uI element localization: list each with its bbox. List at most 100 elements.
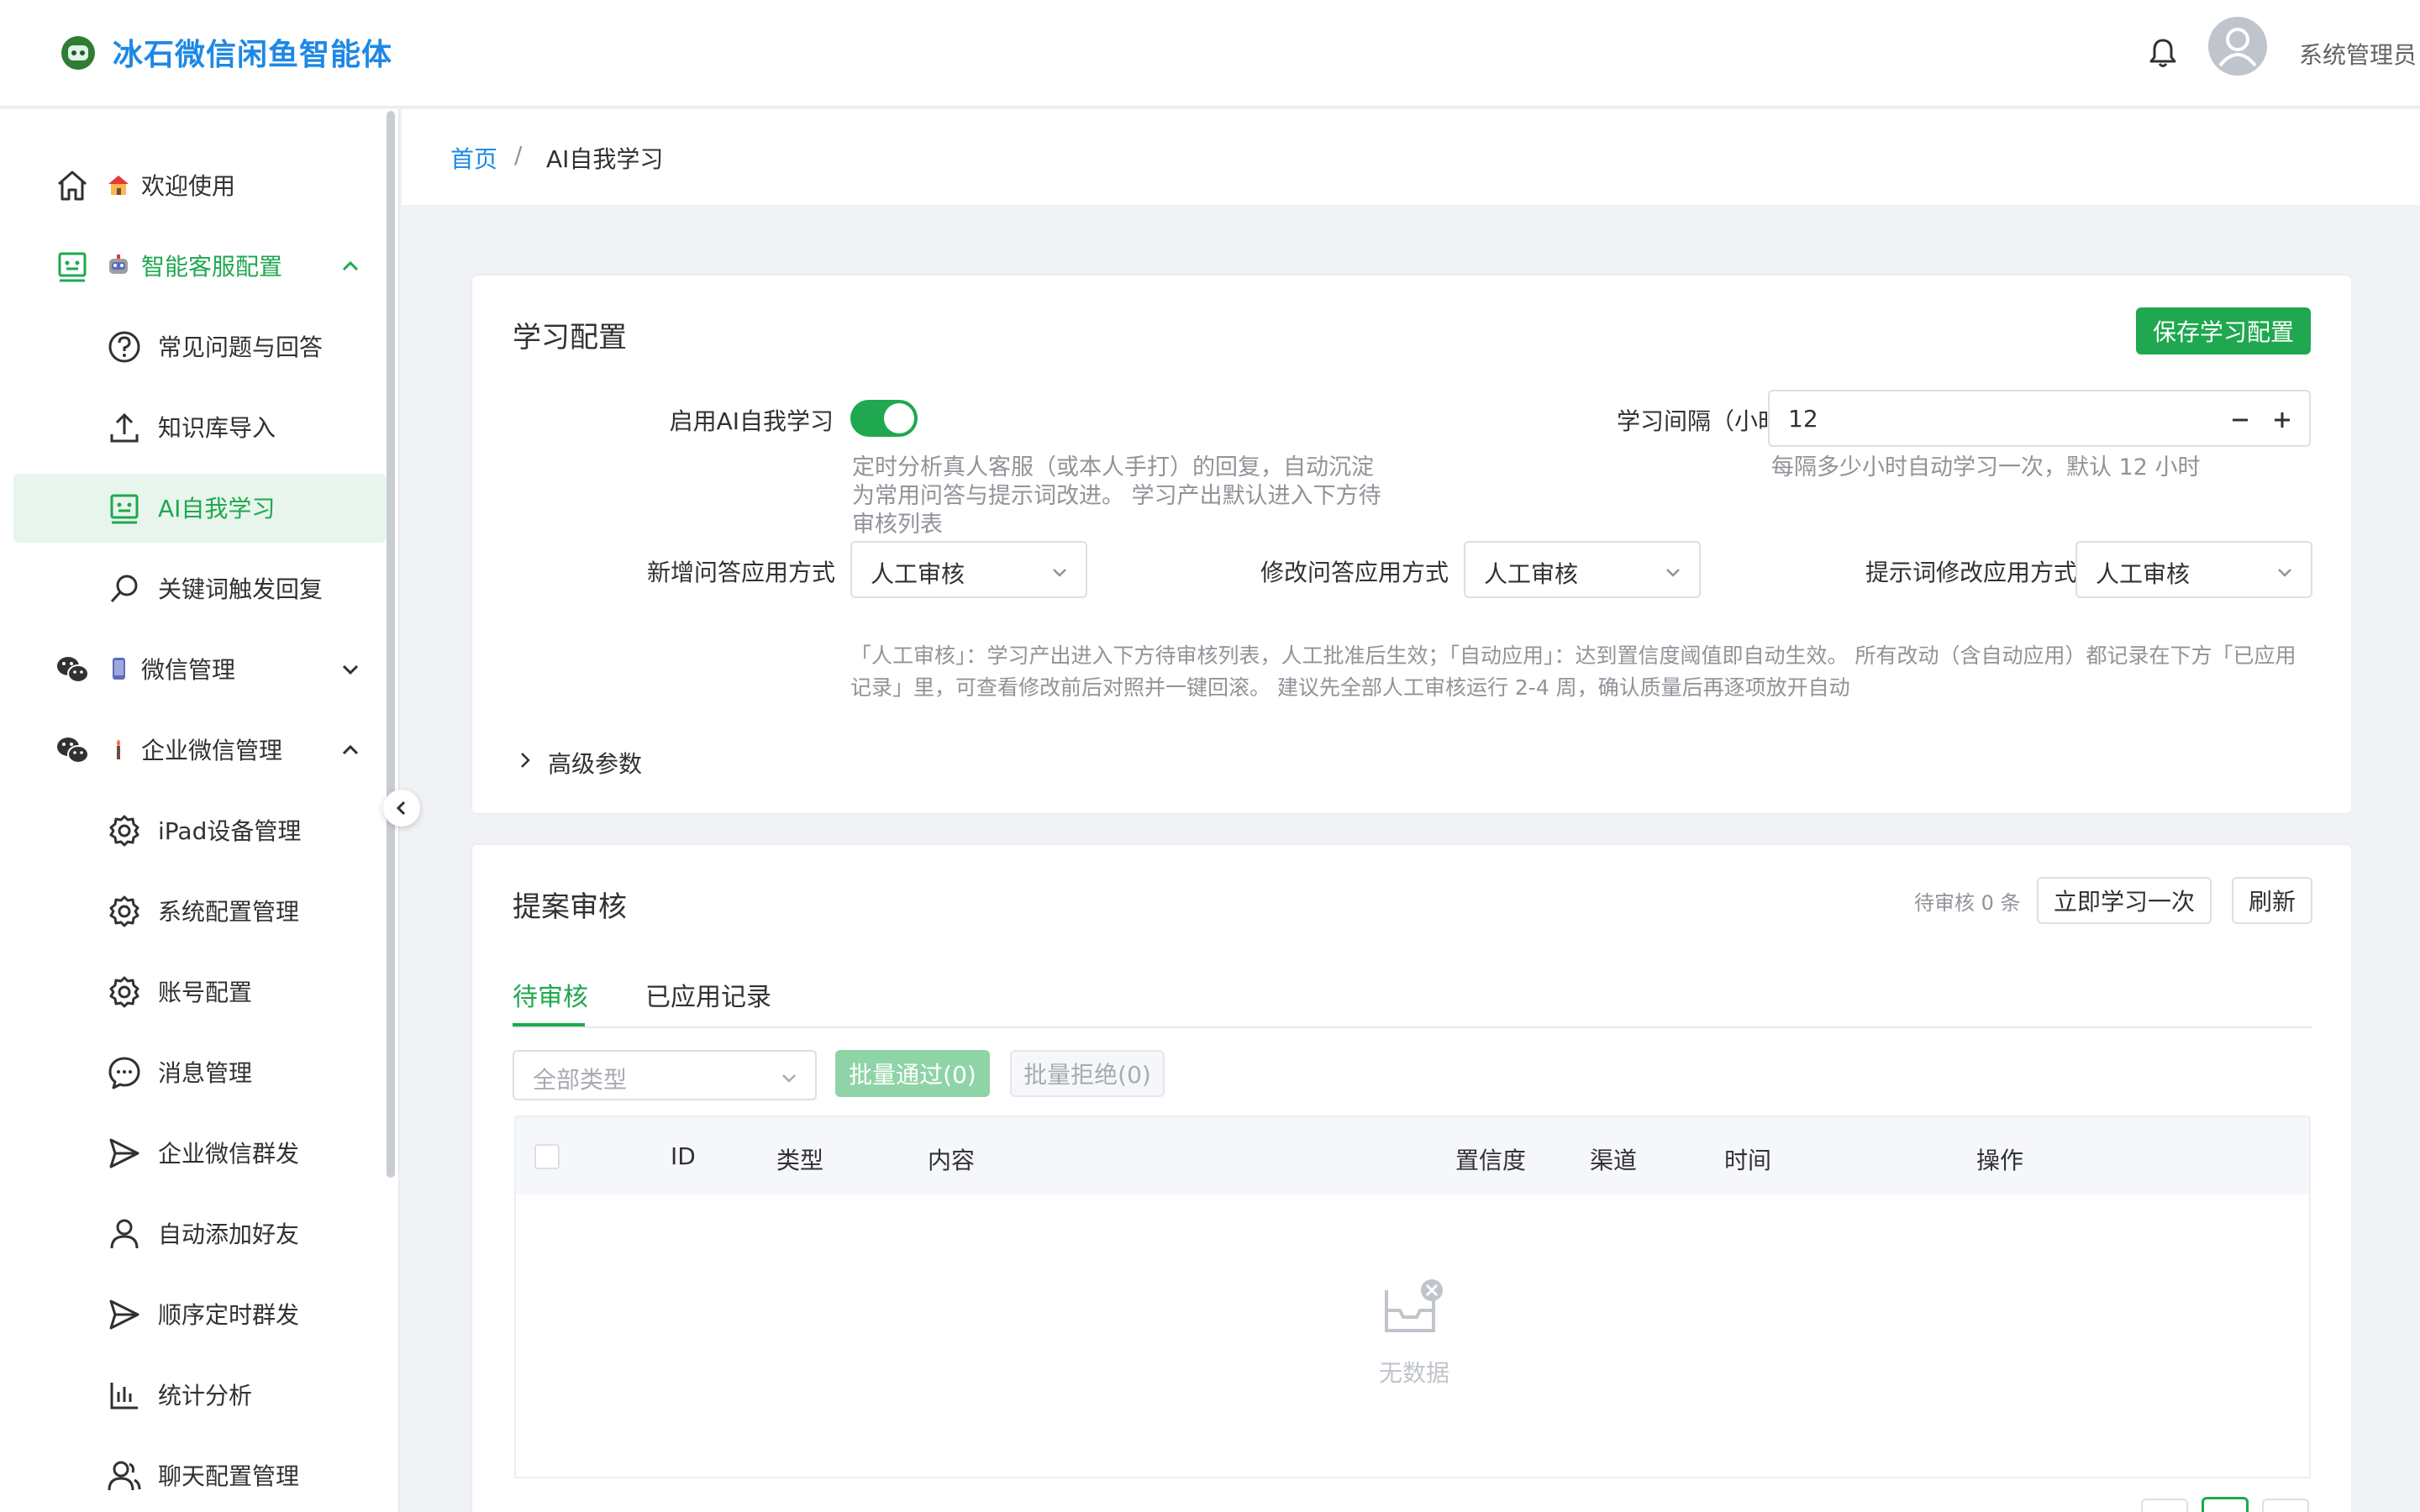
sidebar-item-label: 聊天配置管理 <box>158 1462 300 1490</box>
proposal-review-title: 提案审核 <box>513 890 627 924</box>
chevron-down-icon <box>2278 569 2291 577</box>
pagination-current-page[interactable] <box>2202 1497 2249 1512</box>
chevron-down-icon <box>1666 569 1680 577</box>
column-header-content[interactable]: 内容 <box>928 1142 975 1176</box>
user-icon <box>110 1219 139 1249</box>
sidebar: 欢迎使用 智能客服配置 常见问题与回答 知识库导入 AI自我学习 关键词触发回复… <box>0 109 400 1512</box>
new-qa-mode-label: 新增问答应用方式 <box>646 559 835 586</box>
chevron-right-icon[interactable] <box>516 751 534 769</box>
minus-icon[interactable] <box>2230 410 2250 430</box>
user-avatar-icon <box>2218 28 2257 67</box>
batch-approve-button[interactable]: 批量通过(0) <box>835 1050 990 1097</box>
column-header-id[interactable]: ID <box>671 1142 696 1170</box>
pagination-next-button[interactable] <box>2262 1499 2309 1512</box>
sidebar-item-label: 顺序定时群发 <box>158 1301 300 1329</box>
sidebar-item-label: 账号配置 <box>158 979 253 1006</box>
breadcrumb: 首页 / AI自我学习 <box>402 109 2420 205</box>
send-icon <box>109 1138 139 1168</box>
modify-qa-mode-select[interactable]: 人工审核 <box>1464 541 1701 598</box>
sidebar-item-label: 系统配置管理 <box>158 898 300 926</box>
sidebar-item-ipad-devices[interactable]: iPad设备管理 <box>13 796 387 865</box>
sidebar-item-label: 企业微信群发 <box>158 1140 300 1168</box>
wechat-icon <box>57 738 89 764</box>
sidebar-item-ai-service-config[interactable]: 智能客服配置 <box>13 232 387 301</box>
learn-now-button[interactable]: 立即学习一次 <box>2037 877 2212 924</box>
new-qa-mode-value: 人工审核 <box>871 560 965 588</box>
sidebar-item-label: 微信管理 <box>141 656 236 684</box>
prompt-mode-select[interactable]: 人工审核 <box>2075 541 2312 598</box>
apply-mode-note: 「人工审核」：学习产出进入下方待审核列表，人工批准后生效；「自动应用」：达到置信… <box>850 643 2296 700</box>
advanced-params-toggle[interactable]: 高级参数 <box>548 746 642 780</box>
sidebar-item-keyword-reply[interactable]: 关键词触发回复 <box>13 554 387 623</box>
pagination-prev-button[interactable] <box>2141 1499 2188 1512</box>
modify-qa-mode-value: 人工审核 <box>1484 560 1579 588</box>
learning-config-title: 学习配置 <box>513 321 627 354</box>
select-all-checkbox[interactable] <box>534 1144 560 1169</box>
prompt-mode-label: 提示词修改应用方式 <box>1865 559 2077 586</box>
sidebar-item-wecom-broadcast[interactable]: 企业微信群发 <box>13 1119 387 1188</box>
app-title[interactable]: 冰石微信闲鱼智能体 <box>113 30 392 74</box>
sidebar-item-scheduled-broadcast[interactable]: 顺序定时群发 <box>13 1280 387 1349</box>
enable-learning-toggle[interactable] <box>850 400 918 437</box>
sidebar-item-message-management[interactable]: 消息管理 <box>13 1038 387 1107</box>
users-icon <box>108 1461 141 1491</box>
modify-qa-mode-label: 修改问答应用方式 <box>1260 559 1449 586</box>
wechat-icon <box>57 657 89 683</box>
refresh-button[interactable]: 刷新 <box>2232 877 2312 924</box>
prompt-mode-value: 人工审核 <box>2096 560 2191 588</box>
tabs-divider <box>513 1026 2312 1028</box>
sidebar-item-knowledge-import[interactable]: 知识库导入 <box>13 393 387 462</box>
sidebar-item-wecom-management[interactable]: 企业微信管理 <box>13 716 387 785</box>
gear-icon <box>109 895 139 927</box>
robot-logo-icon[interactable] <box>59 34 97 72</box>
column-header-time[interactable]: 时间 <box>1724 1142 1771 1176</box>
type-filter-select[interactable]: 全部类型 <box>513 1050 817 1100</box>
save-learning-config-button[interactable]: 保存学习配置 <box>2136 307 2311 354</box>
sidebar-item-wechat-management[interactable]: 微信管理 <box>13 635 387 704</box>
learning-interval-stepper[interactable]: 12 <box>1768 390 2311 447</box>
bar-chart-icon <box>110 1383 138 1410</box>
tab-applied-records[interactable]: 已应用记录 <box>645 976 771 1013</box>
empty-state-text: 无数据 <box>1378 1359 1449 1387</box>
learning-interval-help: 每隔多少小时自动学习一次，默认 12 小时 <box>1771 454 2201 480</box>
bell-icon[interactable] <box>2148 37 2178 69</box>
search-icon <box>110 575 138 603</box>
sidebar-collapse-button[interactable] <box>383 790 420 827</box>
learning-interval-value[interactable]: 12 <box>1788 405 1818 433</box>
sidebar-item-label: iPad设备管理 <box>158 817 302 845</box>
sidebar-item-welcome[interactable]: 欢迎使用 <box>13 151 387 220</box>
sidebar-item-label: 统计分析 <box>158 1382 253 1410</box>
sidebar-item-label: 智能客服配置 <box>141 253 283 281</box>
robot-face-icon <box>58 252 87 282</box>
plus-icon[interactable] <box>2272 410 2292 430</box>
batch-reject-button[interactable]: 批量拒绝(0) <box>1010 1050 1165 1097</box>
sidebar-item-label: AI自我学习 <box>158 495 276 522</box>
column-header-confidence[interactable]: 置信度 <box>1455 1142 1526 1176</box>
new-qa-mode-select[interactable]: 人工审核 <box>850 541 1087 598</box>
column-header-channel[interactable]: 渠道 <box>1590 1142 1637 1176</box>
breadcrumb-current: AI自我学习 <box>546 145 664 173</box>
column-header-actions[interactable]: 操作 <box>1976 1142 2023 1176</box>
sidebar-item-label: 消息管理 <box>158 1059 253 1087</box>
top-header: 冰石微信闲鱼智能体 系统管理员 <box>0 0 2420 108</box>
sidebar-item-chat-config[interactable]: 聊天配置管理 <box>13 1441 387 1510</box>
tab-pending[interactable]: 待审核 <box>513 976 588 1013</box>
robot-face-icon <box>110 494 139 524</box>
sidebar-item-label: 欢迎使用 <box>141 172 236 200</box>
user-name[interactable]: 系统管理员 <box>2299 37 2417 71</box>
sidebar-item-ai-self-learning[interactable]: AI自我学习 <box>13 474 387 543</box>
sidebar-item-faq[interactable]: 常见问题与回答 <box>13 312 387 381</box>
sidebar-scrollbar[interactable] <box>387 111 395 1178</box>
sidebar-item-account-config[interactable]: 账号配置 <box>13 958 387 1026</box>
type-filter-placeholder: 全部类型 <box>533 1066 628 1094</box>
column-header-type[interactable]: 类型 <box>776 1142 823 1176</box>
breadcrumb-home-link[interactable]: 首页 <box>450 141 497 175</box>
learning-interval-label: 学习间隔（小时） <box>1616 407 1805 435</box>
chevron-down-icon <box>782 1074 796 1083</box>
house-emoji-icon <box>108 176 129 195</box>
sidebar-item-statistics[interactable]: 统计分析 <box>13 1361 387 1430</box>
sidebar-item-auto-add-friends[interactable]: 自动添加好友 <box>13 1200 387 1268</box>
sidebar-item-system-config[interactable]: 系统配置管理 <box>13 877 387 946</box>
chevron-left-icon <box>396 801 406 816</box>
avatar[interactable] <box>2208 17 2267 76</box>
